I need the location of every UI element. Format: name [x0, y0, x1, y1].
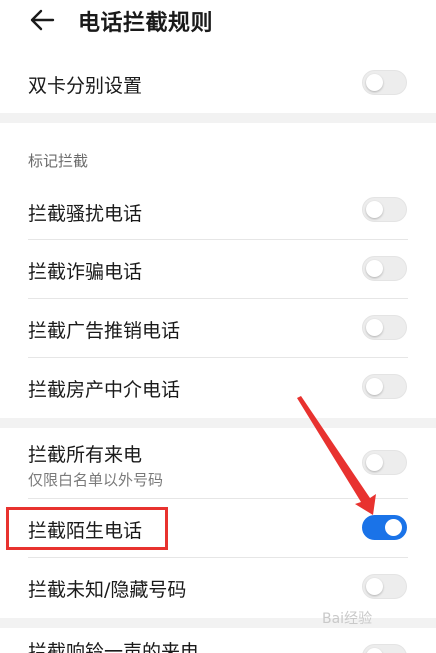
toggle-knob	[366, 74, 383, 91]
dual-sim-row[interactable]: 双卡分别设置	[0, 55, 436, 111]
dual-sim-label: 双卡分别设置	[28, 75, 143, 97]
block-ring-once-toggle[interactable]	[362, 644, 407, 653]
toggle-knob	[366, 260, 383, 277]
back-arrow-icon[interactable]	[28, 6, 56, 34]
toggle-knob	[385, 519, 402, 536]
block-realestate-toggle[interactable]	[362, 374, 407, 399]
toggle-knob	[366, 648, 383, 653]
block-harassment-label: 拦截骚扰电话	[28, 203, 143, 225]
section-title: 标记拦截	[28, 152, 89, 170]
toggle-knob	[366, 201, 383, 218]
dual-sim-toggle[interactable]	[362, 70, 407, 95]
app-header: 电话拦截规则	[0, 0, 436, 42]
block-harassment-toggle[interactable]	[362, 197, 407, 222]
block-fraud-label: 拦截诈骗电话	[28, 261, 143, 283]
block-realestate-label: 拦截房产中介电话	[28, 379, 181, 401]
block-fraud-toggle[interactable]	[362, 256, 407, 281]
toggle-knob	[366, 378, 383, 395]
block-realestate-row[interactable]: 拦截房产中介电话	[0, 358, 436, 416]
block-all-calls-label: 拦截所有来电	[28, 444, 143, 466]
highlight-box	[6, 507, 168, 550]
block-stranger-toggle[interactable]	[362, 515, 407, 540]
block-ring-once-row[interactable]: 拦截响铃一声的来电	[0, 628, 436, 653]
page-title: 电话拦截规则	[78, 11, 214, 36]
block-harassment-row[interactable]: 拦截骚扰电话	[0, 182, 436, 238]
toggle-knob	[366, 454, 383, 471]
section-gap	[0, 418, 436, 428]
block-ads-row[interactable]: 拦截广告推销电话	[0, 299, 436, 357]
block-ring-once-label: 拦截响铃一声的来电	[28, 641, 200, 653]
block-unknown-label: 拦截未知/隐藏号码	[28, 579, 187, 601]
block-ads-toggle[interactable]	[362, 315, 407, 340]
block-ads-label: 拦截广告推销电话	[28, 320, 181, 342]
section-gap	[0, 113, 436, 123]
block-unknown-toggle[interactable]	[362, 574, 407, 599]
block-all-calls-toggle[interactable]	[362, 450, 407, 475]
watermark: Bai经验	[322, 611, 373, 627]
block-fraud-row[interactable]: 拦截诈骗电话	[0, 240, 436, 298]
block-all-calls-subtitle: 仅限白名单以外号码	[28, 471, 164, 489]
block-all-calls-row[interactable]: 拦截所有来电 仅限白名单以外号码	[0, 428, 436, 498]
toggle-knob	[366, 319, 383, 336]
toggle-knob	[366, 578, 383, 595]
